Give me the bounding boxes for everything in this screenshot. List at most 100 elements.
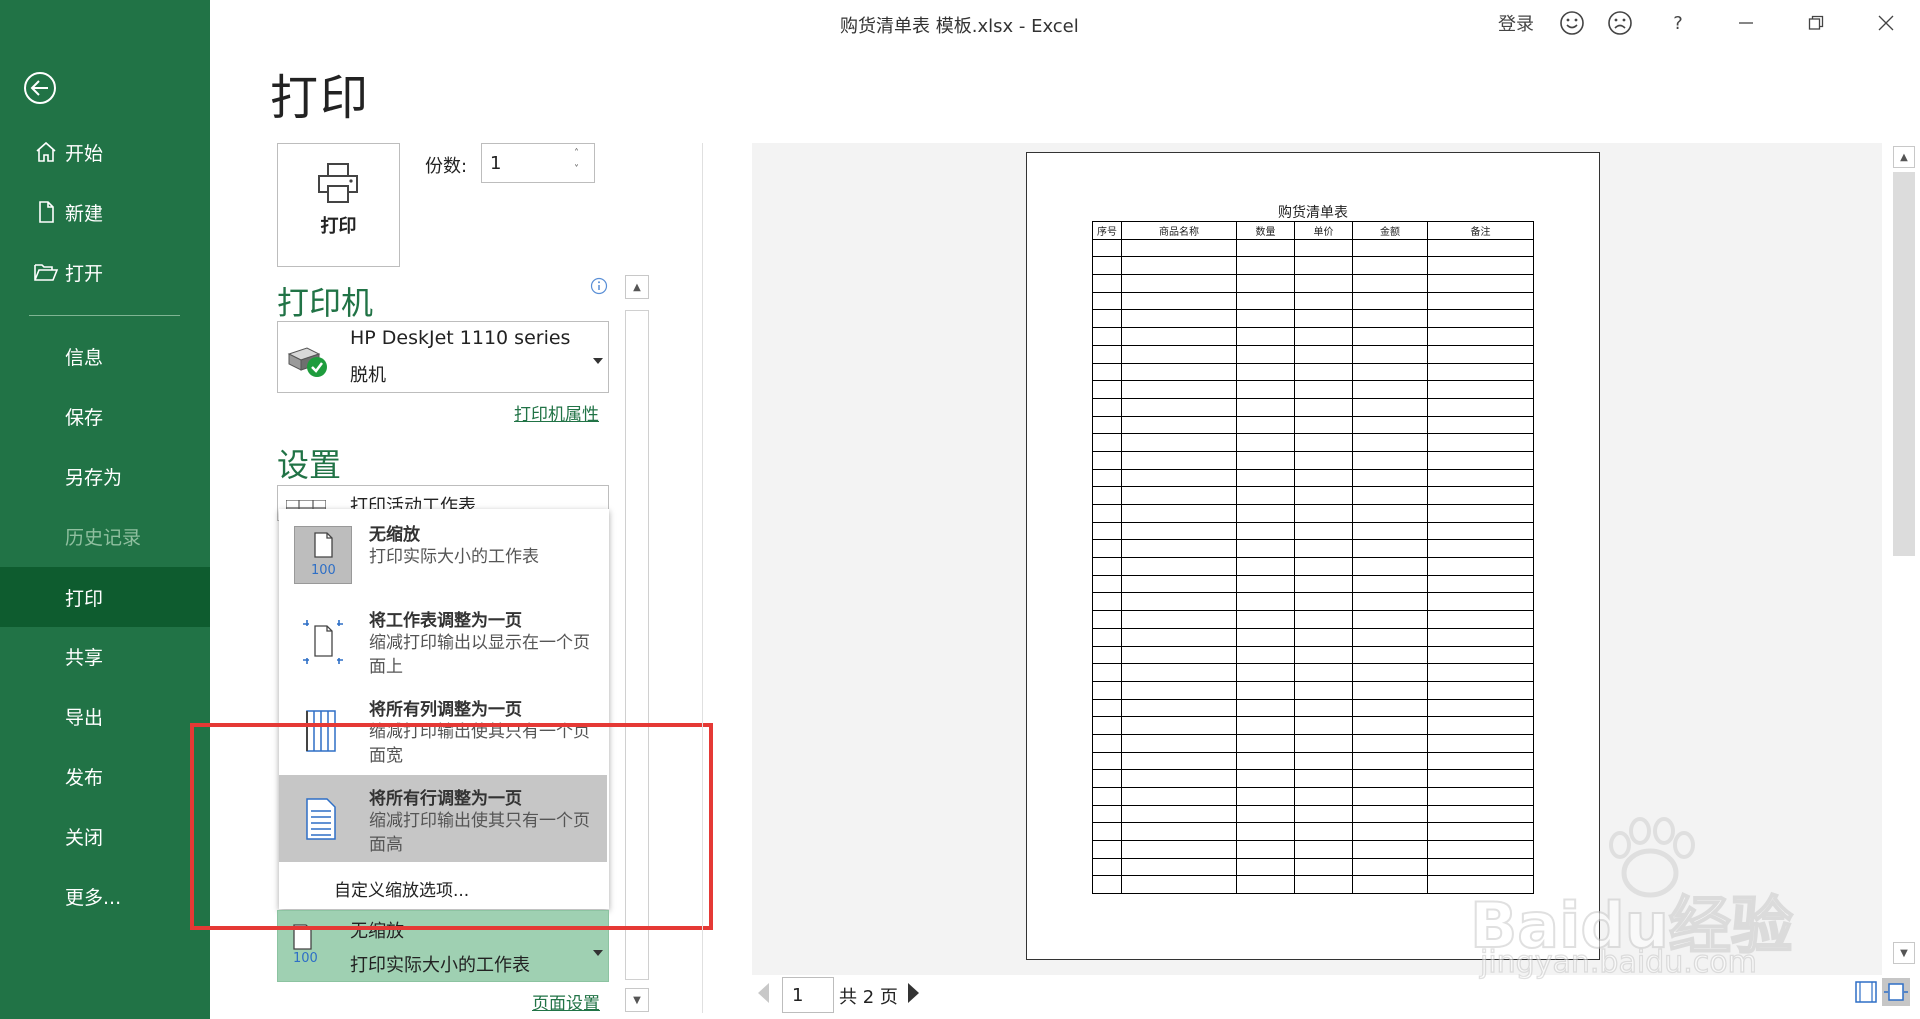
page-number-value: 1 — [792, 985, 804, 1006]
table-cell — [1092, 733, 1122, 753]
table-cell — [1121, 645, 1237, 665]
table-row — [1092, 769, 1534, 788]
table-cell — [1121, 344, 1237, 364]
table-row — [1092, 504, 1534, 523]
scaling-option-fit-sheet[interactable]: 将工作表调整为一页 缩减打印输出以显示在一个页面上 — [279, 598, 607, 682]
table-cell — [1294, 380, 1353, 399]
sidebar-item-open[interactable]: 打开 — [0, 243, 210, 301]
table-cell — [1121, 309, 1237, 329]
sidebar-item-publish[interactable]: 发布 — [0, 747, 210, 805]
table-cell — [1294, 627, 1353, 647]
table-row — [1092, 627, 1534, 647]
table-row — [1092, 362, 1534, 382]
table-cell — [1121, 822, 1237, 842]
option-title: 将工作表调整为一页 — [369, 611, 522, 631]
sidebar-item-more[interactable]: 更多... — [0, 867, 210, 925]
settings-scroll-down[interactable]: ▼ — [625, 988, 649, 1012]
zoom-to-page-icon[interactable] — [1882, 978, 1910, 1006]
smile-feedback-icon[interactable] — [1556, 6, 1588, 40]
next-page-icon[interactable] — [907, 983, 919, 1007]
spin-down-icon[interactable]: ˅ — [574, 164, 579, 175]
scaling-option-no-scaling[interactable]: 100 无缩放 打印实际大小的工作表 — [279, 509, 607, 593]
table-row — [1092, 327, 1534, 346]
watermark-url: jingyan.baidu.com — [1479, 944, 1757, 980]
sidebar-item-print[interactable]: 打印 — [0, 567, 210, 627]
table-cell — [1294, 733, 1353, 753]
frown-feedback-icon[interactable] — [1604, 6, 1636, 40]
settings-scroll-up[interactable]: ▲ — [625, 275, 649, 299]
sidebar-item-info[interactable]: 信息 — [0, 327, 210, 385]
page-setup-link[interactable]: 页面设置 — [532, 989, 600, 1014]
signin-link[interactable]: 登录 — [1494, 6, 1538, 40]
table-cell — [1092, 415, 1122, 435]
table-cell — [1121, 397, 1237, 417]
table-cell — [1427, 627, 1534, 647]
printer-select[interactable]: HP DeskJet 1110 series 脱机 — [277, 321, 609, 393]
sidebar-item-save[interactable]: 保存 — [0, 387, 210, 445]
table-row — [1092, 610, 1534, 629]
preview-scroll-down[interactable]: ▼ — [1893, 942, 1915, 964]
table-cell — [1352, 274, 1428, 293]
table-cell — [1092, 344, 1122, 364]
sidebar-item-new[interactable]: 新建 — [0, 183, 210, 241]
preview-scroll-thumb[interactable] — [1893, 172, 1915, 556]
copies-spinner[interactable]: 1 ˄ ˅ — [481, 143, 595, 183]
back-button[interactable] — [22, 70, 58, 106]
table-cell — [1121, 433, 1237, 452]
table-cell — [1294, 486, 1353, 505]
table-cell — [1294, 663, 1353, 682]
table-cell — [1294, 415, 1353, 435]
table-cell — [1352, 857, 1428, 877]
preview-scroll-up[interactable]: ▲ — [1893, 146, 1915, 168]
scaling-current-desc: 打印实际大小的工作表 — [350, 955, 530, 976]
no-scaling-icon: 100 — [294, 526, 352, 584]
table-cell — [1294, 787, 1353, 806]
page-number-input[interactable]: 1 — [782, 977, 834, 1013]
table-cell — [1092, 291, 1122, 311]
table-cell — [1427, 274, 1534, 293]
table-cell — [1236, 804, 1295, 824]
folder-open-icon — [30, 256, 62, 288]
table-cell — [1352, 468, 1428, 488]
show-margins-icon[interactable] — [1855, 981, 1877, 1007]
restore-icon[interactable] — [1792, 6, 1840, 40]
sidebar-item-share[interactable]: 共享 — [0, 627, 210, 685]
table-cell — [1236, 645, 1295, 665]
table-row — [1092, 592, 1534, 612]
table-cell — [1294, 751, 1353, 771]
table-row — [1092, 238, 1534, 258]
close-icon[interactable] — [1862, 6, 1910, 40]
prev-page-icon[interactable] — [758, 983, 770, 1007]
table-cell — [1352, 256, 1428, 276]
table-row — [1092, 645, 1534, 665]
table-cell — [1236, 822, 1295, 842]
sidebar-item-export[interactable]: 导出 — [0, 687, 210, 745]
table-cell — [1121, 486, 1237, 505]
sidebar-item-save-as[interactable]: 另存为 — [0, 447, 210, 505]
printer-properties-link[interactable]: 打印机属性 — [514, 400, 599, 425]
table-cell — [1427, 751, 1534, 771]
table-cell — [1352, 415, 1428, 435]
column-header: 备注 — [1427, 221, 1534, 240]
settings-heading: 设置 — [277, 446, 342, 484]
table-cell — [1092, 592, 1122, 612]
sidebar-item-close[interactable]: 关闭 — [0, 807, 210, 865]
spin-up-icon[interactable]: ˄ — [574, 148, 579, 159]
table-cell — [1294, 238, 1353, 258]
table-cell — [1294, 539, 1353, 559]
print-button[interactable]: 打印 — [277, 143, 400, 267]
table-row — [1092, 256, 1534, 276]
help-button[interactable]: ? — [1664, 6, 1692, 40]
table-cell — [1427, 309, 1534, 329]
info-icon[interactable] — [590, 277, 608, 295]
table-cell — [1352, 751, 1428, 771]
sheet-title: 购货清单表 — [1278, 205, 1348, 221]
table-cell — [1352, 610, 1428, 629]
watermark-logo: Baidu经验 jingyan.baidu.com — [1469, 815, 1800, 981]
table-cell — [1294, 274, 1353, 293]
table-cell — [1236, 450, 1295, 470]
sidebar-item-home[interactable]: 开始 — [0, 123, 210, 181]
table-cell — [1294, 504, 1353, 523]
sidebar-item-label: 另存为 — [65, 466, 123, 489]
minimize-icon[interactable] — [1722, 6, 1770, 40]
